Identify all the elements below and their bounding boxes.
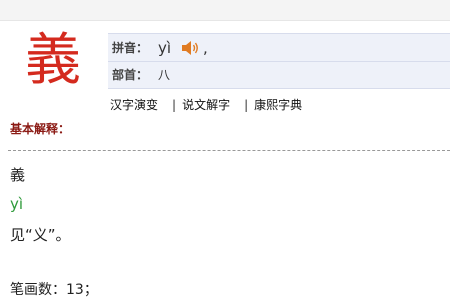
stroke-count: 笔画数：13； — [10, 282, 98, 298]
dashed-divider — [8, 150, 450, 151]
pinyin-label: 拼音： — [112, 41, 149, 55]
reference-links: 汉字演变 | 说文解字 | 康熙字典 — [110, 96, 302, 113]
pinyin-row: 拼音： yì , — [108, 34, 450, 62]
pinyin-suffix: , — [203, 38, 208, 57]
link-character-evolution[interactable]: 汉字演变 — [110, 96, 158, 113]
speaker-icon[interactable] — [181, 40, 201, 56]
definition-pinyin: yì — [10, 195, 24, 213]
dictionary-page: 義 拼音： yì , 部首： 八 汉字演变 | 说文解字 | 康熙字典 基本解释… — [0, 0, 450, 300]
headword-character: 義 — [25, 28, 81, 93]
radical-value: 八 — [158, 68, 171, 82]
radical-label: 部首： — [112, 68, 149, 82]
definition-character: 義 — [10, 166, 26, 184]
link-separator: | — [172, 97, 177, 112]
pinyin-value: yì — [158, 38, 172, 57]
pinyin-value-wrap: yì , — [158, 39, 208, 57]
link-kangxi[interactable]: 康熙字典 — [254, 96, 302, 113]
definition-meaning: 见“义”。 — [10, 226, 71, 244]
link-shuowen[interactable]: 说文解字 — [182, 96, 230, 113]
link-separator: | — [244, 97, 249, 112]
top-strip — [0, 0, 450, 21]
info-box: 拼音： yì , 部首： 八 — [108, 33, 450, 89]
section-title-basic: 基本解释： — [10, 122, 71, 136]
radical-row: 部首： 八 — [108, 61, 450, 88]
